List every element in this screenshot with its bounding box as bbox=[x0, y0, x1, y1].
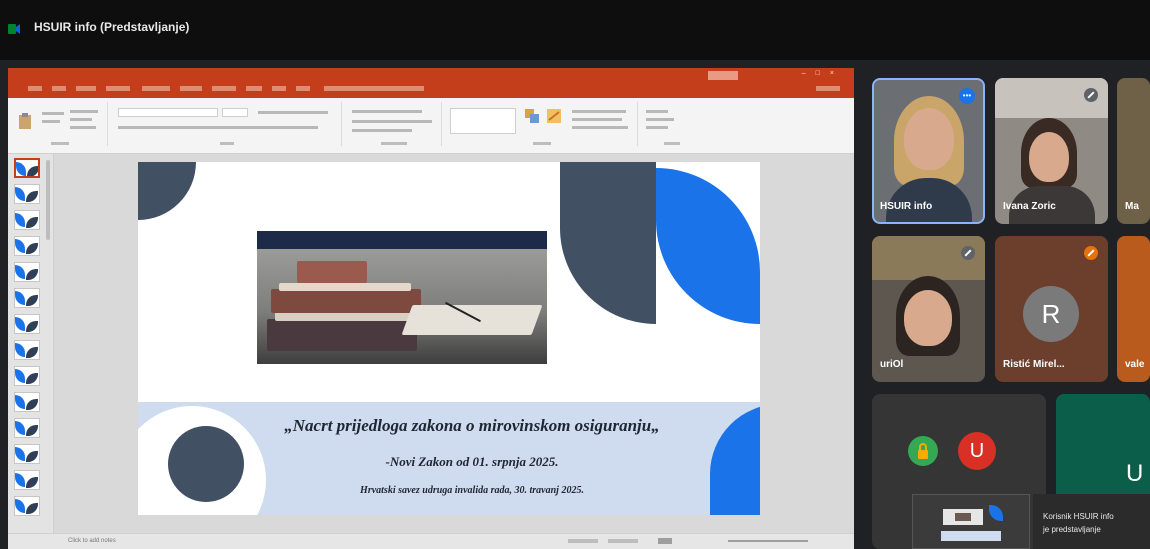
slide-footer-text: Hrvatski savez udruga invalida rada, 30.… bbox=[360, 485, 584, 496]
slide-thumbnail[interactable] bbox=[14, 340, 40, 360]
participant-tile-vale[interactable]: vale bbox=[1117, 236, 1150, 382]
normal-view-button[interactable] bbox=[658, 538, 672, 544]
meeting-titlebar: HSUIR info (Predstavljanje) bbox=[0, 0, 1150, 60]
decor-leaf-dark bbox=[560, 162, 656, 324]
participant-tile-ristic[interactable]: R Ristić Mirel... bbox=[995, 236, 1108, 382]
photo-top-bar bbox=[257, 231, 547, 249]
font-size-select[interactable] bbox=[222, 108, 248, 117]
slide-thumbnail[interactable] bbox=[14, 496, 40, 516]
lock-icon[interactable] bbox=[908, 436, 938, 466]
thumbnail-scrollbar[interactable] bbox=[46, 160, 50, 240]
ppt-tab-view[interactable] bbox=[272, 86, 286, 91]
ribbon-group-paragraph bbox=[346, 102, 442, 146]
zoom-slider[interactable] bbox=[728, 540, 808, 542]
participant-tile-ivana[interactable]: Ivana Zoric bbox=[995, 78, 1108, 224]
slide-thumbnail-pane[interactable] bbox=[8, 154, 54, 533]
notes-toggle[interactable] bbox=[568, 539, 598, 543]
slide-thumbnail[interactable] bbox=[14, 444, 40, 464]
ppt-tab-home[interactable] bbox=[52, 86, 66, 91]
participant-avatar: U bbox=[958, 432, 996, 470]
ppt-tab-design[interactable] bbox=[106, 86, 130, 91]
slide-thumbnail[interactable] bbox=[14, 418, 40, 438]
comments-toggle[interactable] bbox=[608, 539, 638, 543]
ppt-tab-slideshow[interactable] bbox=[212, 86, 236, 91]
slide-thumbnail[interactable] bbox=[14, 158, 40, 178]
slide-thumbnail[interactable] bbox=[14, 288, 40, 308]
slide-thumbnail[interactable] bbox=[14, 210, 40, 230]
slide-thumbnail[interactable] bbox=[14, 366, 40, 386]
ppt-tab-insert[interactable] bbox=[76, 86, 96, 91]
decor-circle-top-left bbox=[138, 162, 196, 220]
participant-avatar: R bbox=[1023, 286, 1079, 342]
call-title: HSUIR info (Predstavljanje) bbox=[34, 20, 190, 34]
participant-tile-hsuir-info[interactable]: ••• HSUIR info bbox=[872, 78, 985, 224]
ppt-titlebar: –□× bbox=[8, 68, 854, 83]
notes-placeholder[interactable]: Click to add notes bbox=[68, 538, 116, 544]
ppt-ribbon-tabs bbox=[8, 83, 854, 98]
ppt-tab-file[interactable] bbox=[28, 86, 42, 91]
participant-name: HSUIR info bbox=[880, 201, 933, 212]
decor-circle-dark bbox=[168, 426, 244, 502]
slide-title-banner: „Nacrt prijedloga zakona o mirovinskom o… bbox=[138, 402, 760, 515]
participant-tile-urioi[interactable]: uriOl bbox=[872, 236, 985, 382]
mic-off-icon bbox=[1084, 88, 1098, 102]
slide-thumbnail[interactable] bbox=[14, 184, 40, 204]
slide-thumbnail[interactable] bbox=[14, 236, 40, 256]
self-presentation-preview[interactable] bbox=[912, 494, 1030, 549]
slide-editing-canvas: „Nacrt prijedloga zakona o mirovinskom o… bbox=[54, 154, 854, 533]
speaking-indicator-icon: ••• bbox=[959, 88, 975, 104]
participant-tile-ma[interactable]: Ma bbox=[1117, 78, 1150, 224]
window-controls[interactable]: –□× bbox=[802, 70, 844, 77]
ppt-tab-help[interactable] bbox=[296, 86, 310, 91]
ribbon-group-clipboard bbox=[12, 102, 108, 146]
slide-subtitle: -Novi Zakon od 01. srpnja 2025. bbox=[385, 454, 559, 469]
current-slide[interactable]: „Nacrt prijedloga zakona o mirovinskom o… bbox=[138, 162, 760, 515]
ppt-signin-button[interactable] bbox=[708, 71, 738, 80]
presentation-notification: Korisnik HSUIR info je predstavljanje bbox=[1033, 494, 1150, 549]
slide-thumbnail[interactable] bbox=[14, 314, 40, 334]
ppt-tab-review[interactable] bbox=[246, 86, 262, 91]
participant-name: Ma bbox=[1125, 201, 1139, 212]
slide-thumbnail[interactable] bbox=[14, 470, 40, 490]
paste-icon[interactable] bbox=[18, 112, 32, 130]
decor-leaf-blue bbox=[656, 168, 760, 324]
slide-thumbnail[interactable] bbox=[14, 392, 40, 412]
ppt-statusbar: Click to add notes bbox=[8, 533, 854, 549]
ppt-ribbon bbox=[8, 98, 854, 154]
quick-styles-icon[interactable] bbox=[546, 108, 562, 124]
mic-off-icon bbox=[1084, 246, 1098, 260]
meeting-stage: –□× „Nacrt prijedloga zakona o mirovinsk… bbox=[0, 60, 1150, 549]
decor-shape-blue bbox=[710, 404, 760, 515]
slide-thumbnail[interactable] bbox=[14, 262, 40, 282]
participant-name: Ivana Zoric bbox=[1003, 201, 1056, 212]
books-photo bbox=[257, 249, 547, 364]
arrange-icon[interactable] bbox=[524, 108, 540, 124]
ribbon-group-editing bbox=[642, 102, 702, 146]
participant-name: Ristić Mirel... bbox=[1003, 359, 1065, 370]
participant-name: uriOl bbox=[880, 359, 904, 370]
participant-avatar-initial: U bbox=[1126, 460, 1144, 487]
ribbon-group-font bbox=[112, 102, 342, 146]
ppt-share-button[interactable] bbox=[816, 86, 840, 91]
participant-name: vale bbox=[1125, 359, 1145, 370]
ppt-tab-animations[interactable] bbox=[180, 86, 202, 91]
ribbon-group-drawing bbox=[446, 102, 638, 146]
mic-off-icon bbox=[961, 246, 975, 260]
font-family-select[interactable] bbox=[118, 108, 218, 117]
meet-app-icon bbox=[8, 24, 20, 34]
shapes-gallery[interactable] bbox=[450, 108, 516, 134]
ppt-tab-transitions[interactable] bbox=[142, 86, 170, 91]
presented-powerpoint-window[interactable]: –□× „Nacrt prijedloga zakona o mirovinsk… bbox=[8, 68, 854, 549]
notification-text: Korisnik HSUIR info je predstavljanje bbox=[1043, 512, 1114, 534]
ppt-tell-me-search[interactable] bbox=[324, 86, 424, 91]
slide-title: „Nacrt prijedloga zakona o mirovinskom o… bbox=[284, 416, 660, 435]
